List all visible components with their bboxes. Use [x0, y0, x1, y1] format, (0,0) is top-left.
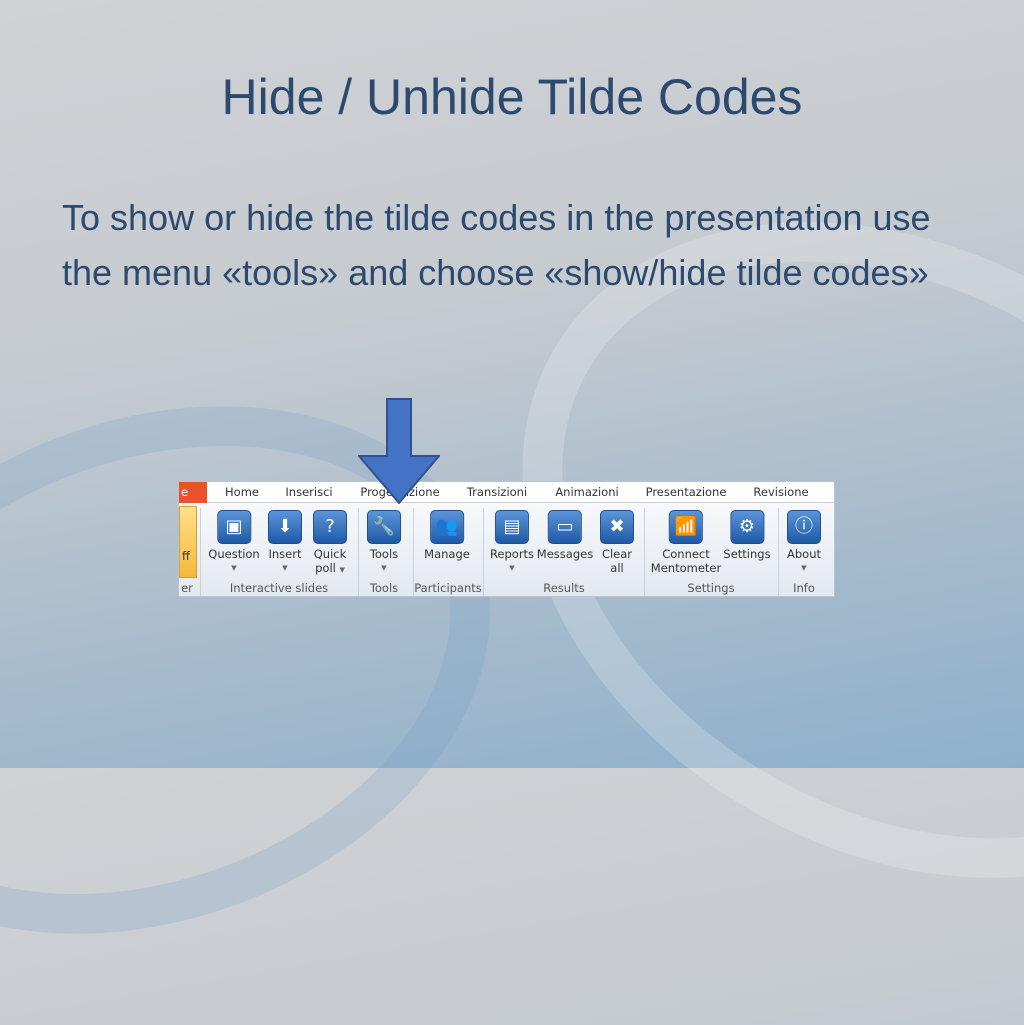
group-divider — [200, 508, 201, 596]
down-arrow-icon — [358, 398, 440, 504]
button-label: Settings — [723, 547, 771, 561]
reports-button[interactable]: ▤ Reports ▼ — [490, 510, 534, 575]
question-button[interactable]: ▣ Question ▼ — [208, 510, 260, 575]
ribbon: e Home Inserisci Progettazione Transizio… — [178, 481, 835, 597]
group-label-results: Results — [543, 581, 585, 595]
button-label: Quick — [313, 547, 347, 561]
info-icon: ⓘ — [786, 510, 821, 544]
background-swirl — [0, 315, 565, 1025]
group-label-interactive-slides: Interactive slides — [229, 581, 329, 595]
question-slide-icon: ▣ — [217, 510, 251, 544]
button-label: Reports — [489, 547, 535, 561]
tab-file[interactable]: e — [179, 482, 207, 503]
partial-button[interactable]: ff — [179, 506, 197, 578]
connect-mentometer-button[interactable]: 📶 Connect Mentometer — [651, 510, 721, 575]
button-label: all — [610, 561, 624, 575]
slide-title: Hide / Unhide Tilde Codes — [221, 69, 803, 125]
manage-button[interactable]: 👥 Manage — [424, 510, 470, 561]
insert-slide-icon: ⬇ — [268, 510, 302, 544]
antenna-icon: 📶 — [668, 510, 703, 544]
settings-button[interactable]: ⚙ Settings — [723, 510, 771, 561]
group-label-settings: Settings — [687, 581, 735, 595]
quick-poll-icon: ? — [313, 510, 347, 544]
tab-transizioni[interactable]: Transizioni — [467, 485, 527, 499]
button-label: Manage — [424, 547, 470, 561]
participants-icon: 👥 — [430, 510, 464, 544]
button-label: Messages — [536, 547, 594, 561]
group-label: er — [181, 581, 193, 595]
clear-all-button[interactable]: ✖ Clear all — [600, 510, 634, 575]
tab-presentazione[interactable]: Presentazione — [646, 485, 727, 499]
gears-icon: ⚙ — [729, 510, 764, 544]
group-divider — [358, 508, 359, 596]
button-label: Connect — [662, 547, 710, 561]
button-label: Tools — [369, 547, 399, 561]
group-label-participants: Participants — [414, 581, 482, 595]
wrench-icon: 🔧 — [367, 510, 401, 544]
about-button[interactable]: ⓘ About ▼ — [786, 510, 822, 575]
reports-icon: ▤ — [495, 510, 529, 544]
slide-body: To show or hide the tilde codes in the p… — [62, 197, 931, 293]
quick-poll-button[interactable]: ? Quick poll ▼ — [313, 510, 347, 577]
group-divider — [483, 508, 484, 596]
tools-button[interactable]: 🔧 Tools ▼ — [367, 510, 401, 575]
group-divider — [778, 508, 779, 596]
group-label-info: Info — [793, 581, 815, 595]
tab-inserisci[interactable]: Inserisci — [285, 485, 332, 499]
button-label: poll — [315, 561, 336, 575]
group-label-tools: Tools — [369, 581, 399, 595]
insert-button[interactable]: ⬇ Insert ▼ — [268, 510, 302, 575]
button-label: Clear — [601, 547, 633, 561]
messages-icon: ▭ — [548, 510, 582, 544]
clear-icon: ✖ — [600, 510, 634, 544]
partial-button-label: ff — [182, 549, 190, 563]
button-label: Mentometer — [650, 561, 722, 575]
button-label: Question — [208, 547, 260, 561]
ribbon-tabs: e Home Inserisci Progettazione Transizio… — [179, 482, 834, 503]
button-label: About — [786, 547, 822, 561]
button-label: Insert — [268, 547, 302, 561]
group-divider — [644, 508, 645, 596]
tab-home[interactable]: Home — [225, 485, 259, 499]
messages-button[interactable]: ▭ Messages — [537, 510, 593, 561]
tab-animazioni[interactable]: Animazioni — [555, 485, 618, 499]
tab-revisione[interactable]: Revisione — [753, 485, 808, 499]
